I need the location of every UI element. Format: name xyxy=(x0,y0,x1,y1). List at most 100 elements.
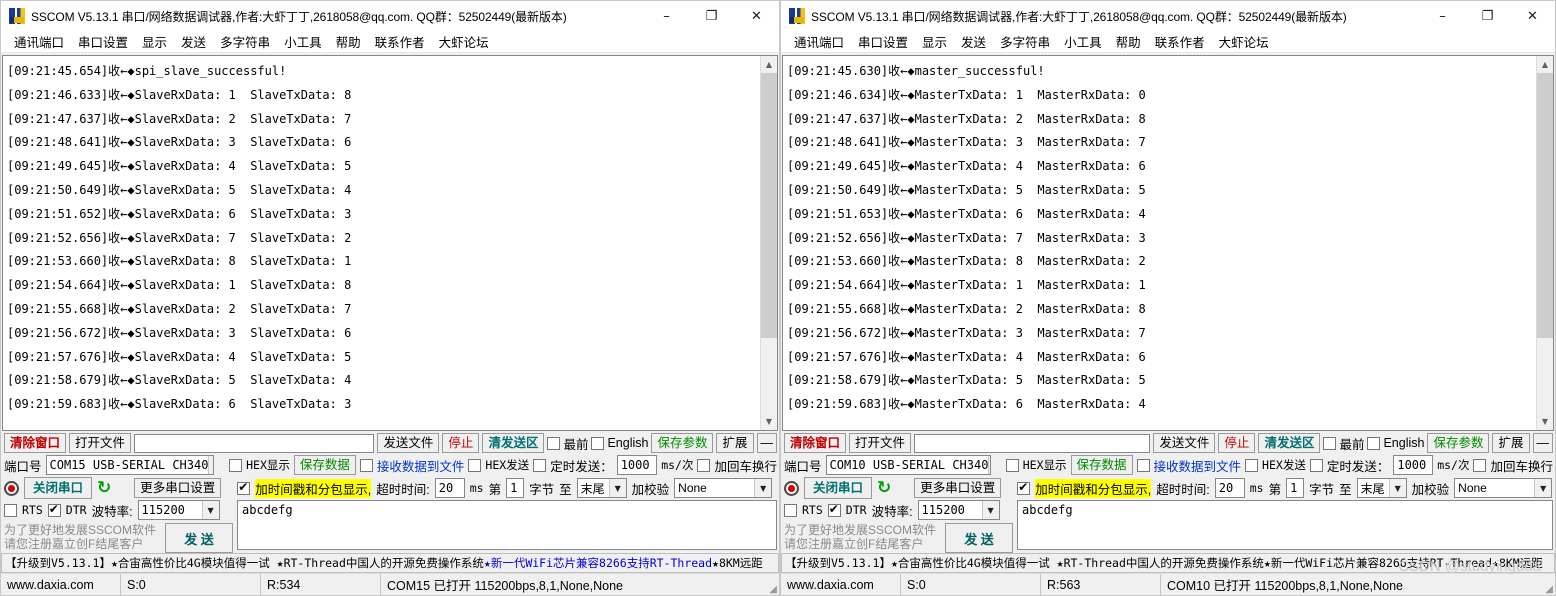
chevron-down-icon[interactable]: ▼ xyxy=(988,456,990,474)
timestamp-display-checkbox[interactable] xyxy=(237,480,251,495)
menu-item-display[interactable]: 显示 xyxy=(915,30,954,53)
timeout-input[interactable]: 20 xyxy=(434,478,465,498)
checksum-select[interactable]: None ▼ xyxy=(674,478,773,498)
save-params-button[interactable]: 保存参数 xyxy=(1427,433,1490,453)
ad-text-part2[interactable]: ★新一代WiFi芯片兼容8266支持RT-Thread xyxy=(484,555,712,571)
byte-end-select[interactable]: 末尾 ▼ xyxy=(576,478,627,498)
menu-item-display[interactable]: 显示 xyxy=(135,30,174,53)
hex-display-checkbox[interactable] xyxy=(1005,458,1019,472)
timed-interval-input[interactable]: 1000 xyxy=(616,455,658,475)
chevron-down-icon[interactable]: ▼ xyxy=(208,456,213,474)
byte-end-select[interactable]: 末尾 ▼ xyxy=(1356,478,1407,498)
more-settings-button[interactable]: 更多串口设置 xyxy=(134,478,222,498)
more-settings-button[interactable]: 更多串口设置 xyxy=(914,478,1002,498)
menu-item-multi-string[interactable]: 多字符串 xyxy=(993,30,1057,53)
file-path-input[interactable] xyxy=(914,433,1151,453)
timeout-input[interactable]: 20 xyxy=(1214,478,1245,498)
log-vertical-scrollbar[interactable]: ▲ ▼ xyxy=(760,56,777,430)
scrollbar-thumb[interactable] xyxy=(1537,73,1553,339)
minimize-button[interactable]: – xyxy=(1420,1,1465,31)
timed-send-checkbox[interactable] xyxy=(1309,458,1323,472)
rts-checkbox[interactable] xyxy=(784,503,797,517)
menu-item-forum[interactable]: 大虾论坛 xyxy=(1212,30,1276,53)
menu-item-contact-author[interactable]: 联系作者 xyxy=(1148,30,1212,53)
chevron-down-icon[interactable]: ▼ xyxy=(201,501,219,519)
collapse-button[interactable]: — xyxy=(1532,433,1553,453)
chevron-down-icon[interactable]: ▼ xyxy=(1534,479,1552,497)
hex-send-checkbox[interactable] xyxy=(468,458,482,472)
hex-send-checkbox[interactable] xyxy=(1245,458,1259,472)
send-area-input[interactable]: abcdefg xyxy=(237,500,777,550)
file-path-input[interactable] xyxy=(134,433,375,453)
topmost-checkbox[interactable] xyxy=(1323,436,1337,450)
close-button[interactable]: ✕ xyxy=(1510,1,1555,31)
menu-item-contact-author[interactable]: 联系作者 xyxy=(368,30,432,53)
close-button[interactable]: ✕ xyxy=(734,1,779,31)
extend-button[interactable]: 扩展 xyxy=(716,433,754,453)
scrollbar-track[interactable] xyxy=(761,73,777,413)
minimize-button[interactable]: – xyxy=(644,1,689,31)
scroll-down-icon[interactable]: ▼ xyxy=(1537,413,1553,430)
menu-item-serial-settings[interactable]: 串口设置 xyxy=(851,30,915,53)
menu-item-help[interactable]: 帮助 xyxy=(1109,30,1148,53)
scroll-up-icon[interactable]: ▲ xyxy=(1537,56,1553,73)
chevron-down-icon[interactable]: ▼ xyxy=(754,479,772,497)
maximize-button[interactable]: ❐ xyxy=(689,1,734,31)
clear-send-area-button[interactable]: 清发送区 xyxy=(482,433,545,453)
clear-window-button[interactable]: 清除窗口 xyxy=(784,433,847,453)
dtr-checkbox[interactable] xyxy=(47,502,61,517)
timed-send-checkbox[interactable] xyxy=(533,458,547,472)
chevron-down-icon[interactable]: ▼ xyxy=(608,479,626,497)
save-data-button[interactable]: 保存数据 xyxy=(293,455,356,475)
send-button[interactable]: 发 送 xyxy=(165,523,233,553)
send-file-button[interactable]: 发送文件 xyxy=(377,433,440,453)
title-bar[interactable]: SSCOM V5.13.1 串口/网络数据调试器,作者:大虾丁丁,2618058… xyxy=(1,1,779,31)
menu-item-multi-string[interactable]: 多字符串 xyxy=(213,30,277,53)
timestamp-display-checkbox[interactable] xyxy=(1017,480,1031,495)
send-area-input[interactable]: abcdefg xyxy=(1017,500,1553,550)
ad-text-part2[interactable]: ★新一代WiFi芯片兼容8266支持RT-Thread xyxy=(1264,555,1492,571)
title-bar[interactable]: SSCOM V5.13.1 串口/网络数据调试器,作者:大虾丁丁,2618058… xyxy=(781,1,1555,31)
english-checkbox[interactable] xyxy=(1367,436,1381,450)
refresh-icon[interactable]: ↻ xyxy=(877,479,891,496)
log-output-area[interactable]: [09:21:45.654]收←◆spi_slave_successful! [0… xyxy=(2,55,778,431)
open-file-button[interactable]: 打开文件 xyxy=(69,433,132,453)
port-select-master[interactable]: COM10 USB-SERIAL CH340 ▼ xyxy=(825,455,991,475)
resize-grip-icon[interactable]: ◢ xyxy=(1539,574,1555,595)
menu-item-tools[interactable]: 小工具 xyxy=(277,30,329,53)
stop-button[interactable]: 停止 xyxy=(1218,433,1256,453)
save-data-button[interactable]: 保存数据 xyxy=(1070,455,1133,475)
timed-interval-input[interactable]: 1000 xyxy=(1393,455,1434,475)
collapse-button[interactable]: — xyxy=(756,433,777,453)
menu-item-serial-settings[interactable]: 串口设置 xyxy=(71,30,135,53)
byte-index-input[interactable]: 1 xyxy=(506,478,525,498)
scroll-down-icon[interactable]: ▼ xyxy=(761,413,777,430)
maximize-button[interactable]: ❐ xyxy=(1465,1,1510,31)
dtr-checkbox[interactable] xyxy=(827,502,841,517)
extend-button[interactable]: 扩展 xyxy=(1492,433,1530,453)
status-website[interactable]: www.daxia.com xyxy=(781,574,901,595)
baud-select[interactable]: 115200 ▼ xyxy=(917,500,1000,520)
chevron-down-icon[interactable]: ▼ xyxy=(981,501,999,519)
refresh-icon[interactable]: ↻ xyxy=(97,479,111,496)
menu-item-send[interactable]: 发送 xyxy=(174,30,213,53)
save-params-button[interactable]: 保存参数 xyxy=(651,433,714,453)
clear-window-button[interactable]: 清除窗口 xyxy=(4,433,67,453)
menu-item-comm-port[interactable]: 通讯端口 xyxy=(7,30,71,53)
clear-send-area-button[interactable]: 清发送区 xyxy=(1258,433,1321,453)
recv-to-file-checkbox[interactable] xyxy=(359,458,373,472)
rts-checkbox[interactable] xyxy=(4,503,17,517)
send-button[interactable]: 发 送 xyxy=(945,523,1013,553)
add-crlf-checkbox[interactable] xyxy=(1473,458,1487,472)
advertisement-bar[interactable]: 【升级到V5.13.1】★合宙高性价比4G模块值得一试 ★RT-Thread中国… xyxy=(1,553,779,573)
open-file-button[interactable]: 打开文件 xyxy=(849,433,912,453)
log-vertical-scrollbar[interactable]: ▲ ▼ xyxy=(1536,56,1553,430)
menu-item-tools[interactable]: 小工具 xyxy=(1057,30,1109,53)
menu-item-help[interactable]: 帮助 xyxy=(329,30,368,53)
recv-to-file-checkbox[interactable] xyxy=(1136,458,1150,472)
menu-item-comm-port[interactable]: 通讯端口 xyxy=(787,30,851,53)
menu-item-forum[interactable]: 大虾论坛 xyxy=(432,30,496,53)
hex-display-checkbox[interactable] xyxy=(229,458,243,472)
add-crlf-checkbox[interactable] xyxy=(697,458,711,472)
topmost-checkbox[interactable] xyxy=(547,436,561,450)
